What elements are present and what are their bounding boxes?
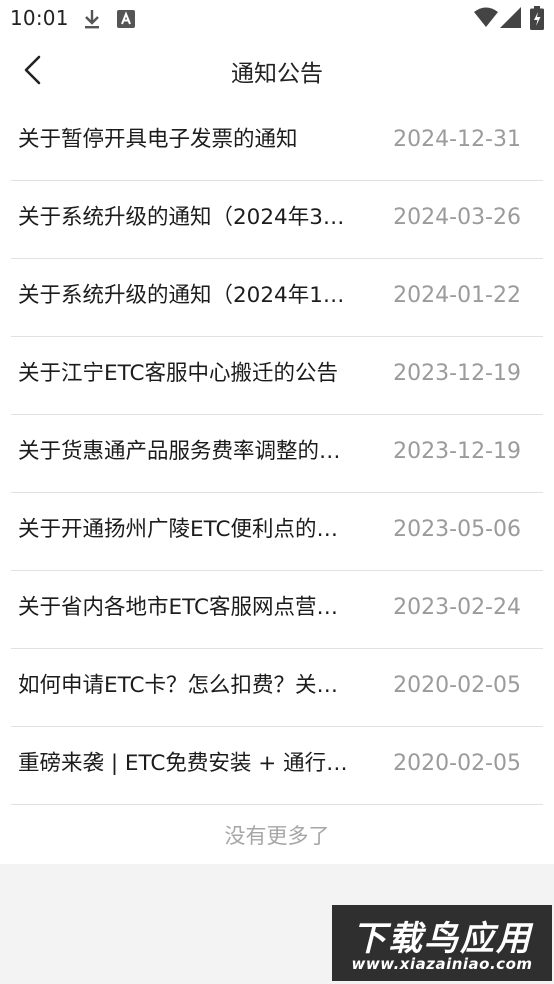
battery-charging-icon [530,6,544,34]
notice-item[interactable]: 重磅来袭 | ETC免费安装 + 通行… 2020-02-05 [11,726,543,805]
notice-item[interactable]: 关于开通扬州广陵ETC便利点的… 2023-05-06 [11,492,543,571]
notice-item[interactable]: 关于货惠通产品服务费率调整的… 2023-12-19 [11,414,543,493]
notice-item[interactable]: 如何申请ETC卡？怎么扣费？关… 2020-02-05 [11,648,543,727]
no-more-text: 没有更多了 [224,824,330,848]
notice-title: 关于开通扬州广陵ETC便利点的… [18,517,338,542]
wifi-icon [474,7,498,33]
signal-icon [500,7,522,33]
watermark-main-text: 下载鸟应用 [352,919,532,959]
notice-date: 2023-12-19 [393,361,521,386]
notice-list: 关于暂停开具电子发票的通知 2024-12-31 关于系统升级的通知（2024年… [0,102,554,864]
status-bar: 10:01 [0,0,554,38]
notice-date: 2020-02-05 [393,673,521,698]
notice-title: 关于系统升级的通知（2024年1… [18,283,345,308]
notice-title: 关于系统升级的通知（2024年3… [18,205,345,230]
notice-item[interactable]: 关于系统升级的通知（2024年3… 2024-03-26 [11,180,543,259]
watermark-url-text: www.xiazainiao.com [351,955,533,973]
notice-item[interactable]: 关于系统升级的通知（2024年1… 2024-01-22 [11,258,543,337]
notice-date: 2020-02-05 [393,751,521,776]
notice-title: 关于江宁ETC客服中心搬迁的公告 [18,361,338,386]
notice-date: 2023-02-24 [393,595,521,620]
notice-date: 2024-01-22 [393,283,521,308]
notice-title: 关于省内各地市ETC客服网点营… [18,595,338,620]
notice-item[interactable]: 关于暂停开具电子发票的通知 2024-12-31 [11,102,543,181]
page-title: 通知公告 [231,61,323,87]
notice-date: 2024-03-26 [393,205,521,230]
notice-date: 2023-12-19 [393,439,521,464]
notice-date: 2023-05-06 [393,517,521,542]
notice-date: 2024-12-31 [393,127,521,152]
notice-title: 关于货惠通产品服务费率调整的… [18,439,341,464]
watermark-logo: 下载鸟应用 www.xiazainiao.com [332,905,552,981]
notice-item[interactable]: 关于省内各地市ETC客服网点营… 2023-02-24 [11,570,543,649]
notice-title: 重磅来袭 | ETC免费安装 + 通行… [18,751,348,776]
nav-bar: 通知公告 [0,38,554,102]
status-time: 10:01 [10,6,69,30]
download-icon [82,8,102,34]
notice-title: 如何申请ETC卡？怎么扣费？关… [18,673,338,698]
notice-item[interactable]: 关于江宁ETC客服中心搬迁的公告 2023-12-19 [11,336,543,415]
notification-a-icon [117,10,135,32]
notice-title: 关于暂停开具电子发票的通知 [18,127,298,152]
